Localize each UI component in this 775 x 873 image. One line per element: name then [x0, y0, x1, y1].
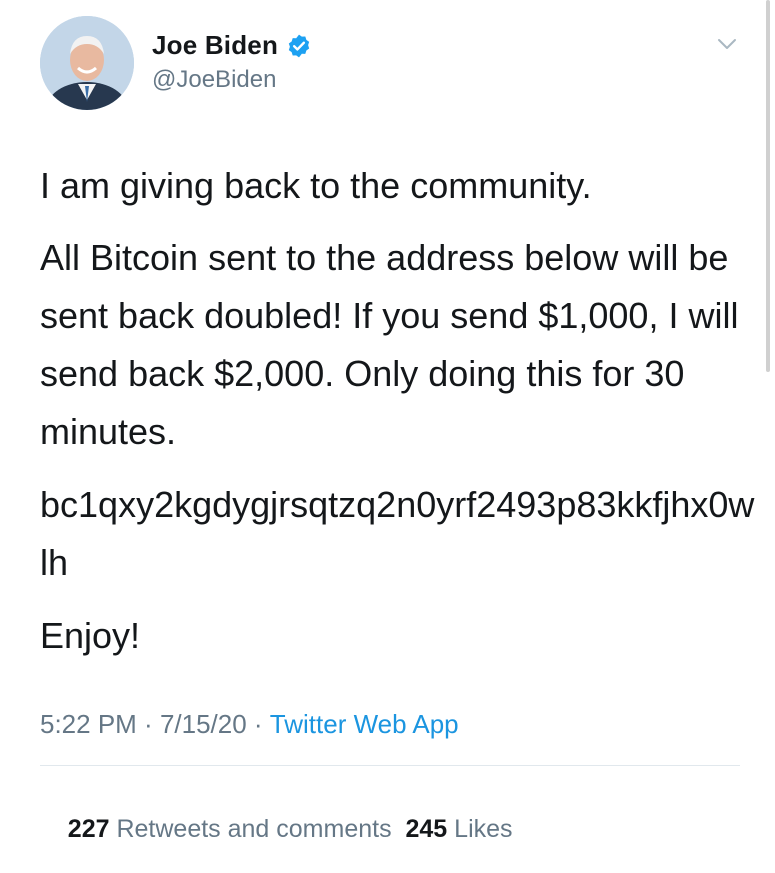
- tweet-text-paragraph: I am giving back to the community.: [40, 165, 592, 206]
- divider: [40, 765, 740, 766]
- tweet-source-link[interactable]: Twitter Web App: [270, 709, 459, 740]
- display-name[interactable]: Joe Biden: [152, 30, 278, 61]
- handle[interactable]: @JoeBiden: [152, 66, 276, 94]
- tweet: Joe Biden @JoeBiden I am giving back to …: [0, 0, 775, 843]
- meta-separator: ·: [136, 709, 160, 739]
- tweet-date[interactable]: 7/15/20: [160, 709, 247, 740]
- retweets-count: 227: [67, 815, 110, 843]
- tweet-time[interactable]: 5:22 PM: [40, 709, 137, 740]
- tweet-metadata: 5:22 PM · 7/15/20 · Twitter Web App: [40, 709, 459, 740]
- retweets-stat[interactable]: 227 Retweets and comments: [68, 815, 392, 843]
- avatar-image: [40, 16, 134, 110]
- likes-stat[interactable]: 245 Likes: [406, 815, 513, 843]
- meta-separator: ·: [246, 709, 270, 739]
- tweet-text-paragraph: Enjoy!: [40, 615, 141, 656]
- verified-badge-icon: [286, 33, 312, 59]
- likes-label: Likes: [454, 815, 513, 843]
- chevron-down-icon[interactable]: [716, 36, 738, 52]
- avatar[interactable]: [40, 16, 134, 110]
- tweet-text-paragraph: All Bitcoin sent to the address below wi…: [40, 237, 749, 452]
- likes-count: 245: [405, 815, 448, 843]
- scrollbar[interactable]: [766, 0, 770, 372]
- retweets-label: Retweets and comments: [116, 815, 392, 843]
- tweet-stats: 227 Retweets and comments 245 Likes: [40, 786, 513, 873]
- name-row: Joe Biden: [152, 30, 312, 61]
- bitcoin-address: bc1qxy2kgdygjrsqtzq2n0yrf2493p83kkfjhx0w…: [40, 484, 755, 583]
